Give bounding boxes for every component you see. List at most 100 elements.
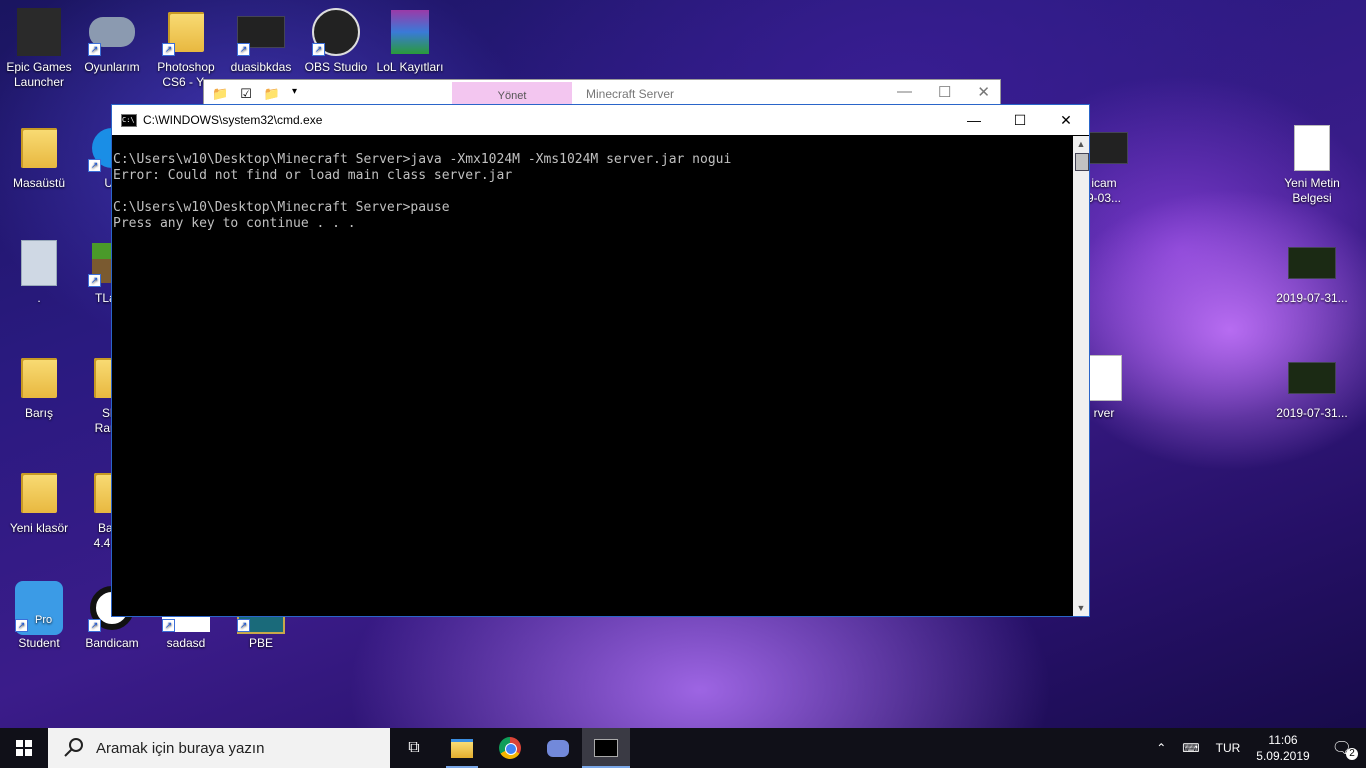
shortcut-arrow-icon: ↗ — [237, 43, 250, 56]
console-line: C:\Users\w10\Desktop\Minecraft Server>pa… — [113, 200, 450, 215]
app-icon — [1288, 239, 1336, 287]
shortcut-arrow-icon: ↗ — [162, 619, 175, 632]
tab-manage[interactable]: Yönet — [452, 82, 572, 106]
desktop-icon[interactable]: ↗ Oyunlarım — [76, 8, 148, 75]
desktop-icon-label: Yeni Metin Belgesi — [1284, 176, 1340, 205]
windows-icon — [16, 740, 32, 756]
desktop-icon[interactable]: ↗ duasibkdas — [225, 8, 297, 75]
scroll-thumb[interactable] — [1075, 153, 1089, 171]
app-icon: ↗ — [237, 8, 285, 56]
properties-icon[interactable]: ☑ — [240, 86, 252, 102]
explorer-title: Minecraft Server — [586, 87, 675, 101]
shortcut-arrow-icon: ↗ — [162, 43, 175, 56]
minimize-icon[interactable]: — — [897, 83, 912, 101]
app-icon — [15, 239, 63, 287]
minimize-icon: — — [967, 112, 981, 128]
maximize-icon[interactable]: ☐ — [938, 83, 951, 101]
search-icon — [64, 738, 83, 757]
desktop-icon[interactable]: 2019-07-31... — [1276, 239, 1348, 306]
maximize-button[interactable]: ☐ — [997, 105, 1043, 135]
console-line: Error: Could not find or load main class… — [113, 168, 513, 183]
folder-icon[interactable]: 📁 — [212, 86, 228, 102]
app-icon: ↗ — [162, 8, 210, 56]
desktop-icon[interactable]: Yeni klasör — [3, 469, 75, 536]
search-placeholder: Aramak için buraya yazın — [96, 739, 265, 757]
keyboard-icon[interactable]: ⌨ — [1174, 741, 1207, 755]
clock-date: 5.09.2019 — [1256, 749, 1310, 763]
action-center-button[interactable]: 🗨 2 — [1318, 738, 1366, 760]
scroll-up-icon[interactable]: ▲ — [1073, 136, 1089, 152]
desktop-icon[interactable]: Epic Games Launcher — [3, 8, 75, 90]
shortcut-arrow-icon: ↗ — [88, 43, 101, 56]
desktop-icon-label: 2019-07-31... — [1276, 406, 1348, 420]
desktop-icon[interactable]: Barış — [3, 354, 75, 421]
cmd-titlebar[interactable]: C:\ C:\WINDOWS\system32\cmd.exe — ☐ ✕ — [112, 105, 1089, 135]
desktop-icon-label: Masaüstü — [12, 176, 66, 190]
app-icon — [15, 354, 63, 402]
desktop-icon-label: Epic Games Launcher — [6, 60, 72, 89]
file-explorer-icon — [451, 738, 473, 758]
task-view-button[interactable]: ⧉ — [390, 728, 438, 768]
desktop-icon-label: . — [37, 291, 41, 305]
notification-count: 2 — [1346, 748, 1358, 760]
desktop-icon[interactable]: LoL Kayıtları — [374, 8, 446, 75]
app-icon — [1288, 354, 1336, 402]
new-folder-icon[interactable]: 📁 — [264, 86, 280, 102]
app-icon — [15, 124, 63, 172]
student-badge: Pro — [35, 614, 53, 626]
search-box[interactable]: Aramak için buraya yazın — [48, 728, 390, 768]
minimize-button[interactable]: — — [951, 105, 997, 135]
desktop-icon-label: Oyunlarım — [84, 60, 140, 74]
desktop-icon[interactable]: ↗ Pro Student — [3, 581, 75, 651]
close-button[interactable]: ✕ — [1043, 105, 1089, 135]
desktop-icon[interactable]: ↗Photoshop CS6 - Yo — [150, 8, 222, 90]
console-line: Press any key to continue . . . — [113, 216, 356, 231]
close-icon[interactable]: ✕ — [977, 83, 990, 101]
shortcut-arrow-icon: ↗ — [237, 619, 250, 632]
desktop-icon-label: Student — [18, 636, 60, 650]
desktop-icon-label: Barış — [24, 406, 53, 420]
scrollbar[interactable]: ▲ ▼ — [1073, 136, 1089, 616]
desktop-icon-label: OBS Studio — [304, 60, 368, 74]
desktop-icon-label: sadasd — [166, 636, 206, 650]
taskbar: Aramak için buraya yazın ⧉ ⌃ ⌨ TUR 11:06… — [0, 728, 1366, 768]
start-button[interactable] — [0, 728, 48, 768]
clock-time: 11:06 — [1268, 733, 1298, 747]
desktop-icon-label: duasibkdas — [230, 60, 292, 74]
desktop-icon[interactable]: Masaüstü — [3, 124, 75, 191]
cmd-icon: C:\ — [121, 113, 137, 127]
scroll-down-icon[interactable]: ▼ — [1073, 600, 1089, 616]
cmd-window[interactable]: C:\ C:\WINDOWS\system32\cmd.exe — ☐ ✕ C:… — [111, 104, 1090, 617]
clock[interactable]: 11:06 5.09.2019 — [1248, 732, 1317, 764]
desktop-icon-label: Yeni klasör — [9, 521, 69, 535]
quick-access-toolbar[interactable]: 📁 ☑ 📁 ▾ — [212, 86, 297, 102]
desktop-icon[interactable]: Yeni Metin Belgesi — [1276, 124, 1348, 206]
chevron-down-icon[interactable]: ▾ — [292, 86, 297, 102]
desktop-icon-label: LoL Kayıtları — [376, 60, 444, 74]
desktop-icon-label: Bandicam — [85, 636, 139, 650]
console-output[interactable]: C:\Users\w10\Desktop\Minecraft Server>ja… — [112, 136, 1073, 616]
app-icon: ↗ — [312, 8, 360, 56]
console-line: C:\Users\w10\Desktop\Minecraft Server>ja… — [113, 152, 732, 167]
chrome-button[interactable] — [486, 728, 534, 768]
desktop-icon[interactable]: ↗ OBS Studio — [300, 8, 372, 75]
cmd-title: C:\WINDOWS\system32\cmd.exe — [143, 113, 323, 127]
desktop-icon-label: 2019-07-31... — [1276, 291, 1348, 305]
shortcut-arrow-icon: ↗ — [88, 274, 101, 287]
maximize-icon: ☐ — [1013, 111, 1027, 128]
show-hidden-icons-icon[interactable]: ⌃ — [1148, 741, 1174, 755]
language-indicator[interactable]: TUR — [1208, 741, 1249, 755]
app-icon: ↗ — [88, 8, 136, 56]
desktop-icon[interactable]: 2019-07-31... — [1276, 354, 1348, 421]
chrome-icon — [499, 737, 521, 759]
discord-button[interactable] — [534, 728, 582, 768]
app-icon — [15, 469, 63, 517]
app-icon — [15, 8, 63, 56]
desktop-icon[interactable]: . — [3, 239, 75, 306]
app-icon — [386, 8, 434, 56]
shortcut-arrow-icon: ↗ — [312, 43, 325, 56]
cmd-taskbar-button[interactable] — [582, 728, 630, 768]
file-explorer-button[interactable] — [438, 728, 486, 768]
app-icon — [1288, 124, 1336, 172]
